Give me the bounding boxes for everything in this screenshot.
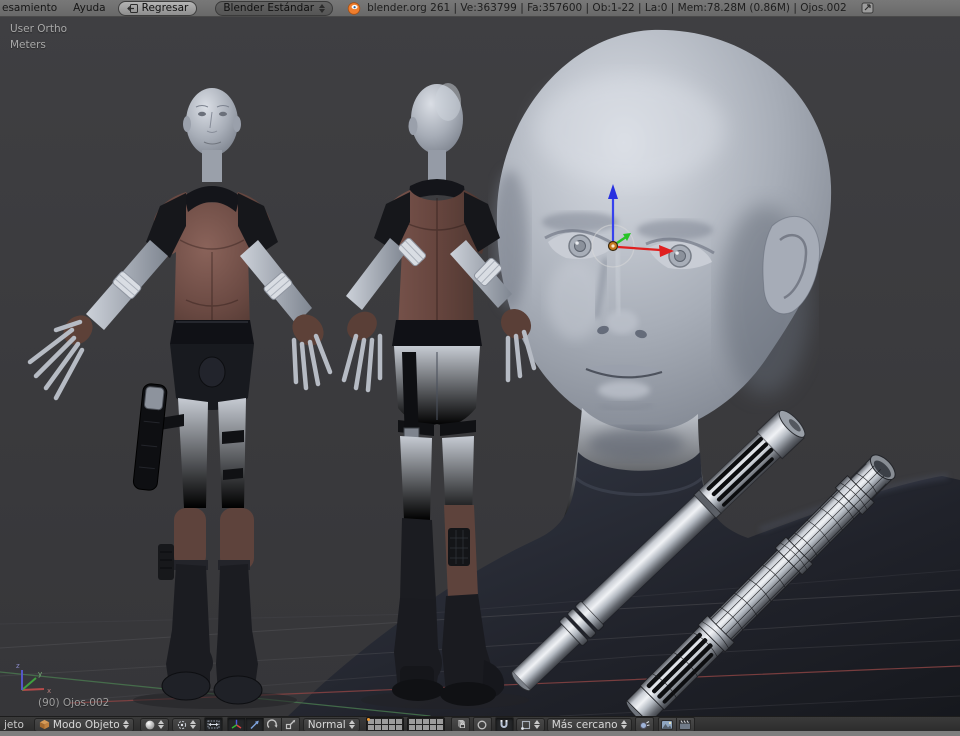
menu-help[interactable]: Ayuda (71, 2, 107, 14)
move-centers-icon (207, 720, 220, 729)
layer-grid-1[interactable] (365, 717, 404, 732)
back-arrow-icon (126, 3, 138, 13)
layer-cell[interactable] (395, 719, 402, 724)
orientation-label: Normal (307, 718, 346, 731)
svg-text:x: x (47, 687, 51, 695)
layer-cell[interactable] (422, 719, 429, 724)
opengl-render-button[interactable] (657, 717, 677, 732)
layer-cell[interactable] (381, 719, 388, 724)
scale-box-icon (285, 719, 296, 730)
snap-element-dropdown[interactable] (515, 717, 545, 732)
3d-viewport[interactable]: x y z User Ortho Meters (90) Ojos.002 (0, 16, 960, 716)
blender-logo-icon (347, 1, 361, 15)
layer-cell[interactable] (388, 725, 395, 730)
dropdown-arrows-icon (620, 720, 627, 729)
dropdown-arrows-icon (157, 720, 164, 729)
opengl-render-anim-icon (679, 719, 692, 730)
svg-text:z: z (16, 662, 20, 670)
layer-cell[interactable] (408, 719, 415, 724)
layer-grid-2[interactable] (406, 717, 445, 732)
active-object-label: (90) Ojos.002 (38, 697, 110, 709)
scale-manipulator-toggle[interactable] (280, 717, 300, 732)
layer-cell[interactable] (374, 719, 381, 724)
manipulate-centers-toggle[interactable] (203, 717, 223, 732)
window-bottom-strip (0, 731, 960, 736)
layer-cell[interactable] (429, 725, 436, 730)
manipulator-toggles (226, 717, 300, 732)
transform-orientation-dropdown[interactable]: Normal (302, 717, 360, 732)
viewport-3d-scene[interactable]: x y z (0, 16, 960, 716)
layer-cell[interactable] (395, 725, 402, 730)
axis-tripod-icon (231, 719, 242, 730)
layer-cell[interactable] (415, 719, 422, 724)
snap-toggle[interactable] (494, 717, 514, 732)
dropdown-arrows-icon (319, 3, 326, 13)
preset-label: Blender Estándar (223, 2, 315, 14)
rotate-arc-icon (266, 719, 278, 730)
view3d-header: jeto Modo Objeto Normal Más cercano (0, 716, 960, 732)
pivot-center-icon (177, 720, 187, 730)
proportional-edit-toggle[interactable] (472, 717, 492, 732)
lock-cube-icon (454, 719, 466, 730)
layer-cell[interactable] (415, 725, 422, 730)
lock-to-scene-toggle[interactable] (450, 717, 470, 732)
snap-align-icon (639, 720, 650, 730)
menu-render-partial[interactable]: esamiento (0, 2, 59, 14)
units-label: Meters (10, 39, 46, 51)
proportional-circle-icon (477, 720, 487, 730)
menu-object-partial[interactable]: jeto (2, 719, 26, 731)
blender-window: x y z User Ortho Meters (90) Ojos.002 es… (0, 0, 960, 736)
scene-stats: blender.org 261 | Ve:363799 | Fa:357600 … (367, 2, 847, 14)
snap-target-dropdown[interactable]: Más cercano (546, 717, 632, 732)
snap-align-toggle[interactable] (634, 717, 654, 732)
manipulator-toggle[interactable] (226, 717, 246, 732)
opengl-render-anim-button[interactable] (675, 717, 695, 732)
layer-cell[interactable] (366, 718, 374, 724)
layer-cell[interactable] (408, 725, 415, 730)
layer-cell[interactable] (436, 719, 443, 724)
translate-manipulator-toggle[interactable] (244, 717, 264, 732)
back-button-label: Regresar (141, 2, 189, 14)
screen-preset-dropdown[interactable]: Blender Estándar (215, 0, 334, 16)
dropdown-arrows-icon (533, 720, 540, 729)
snap-target-label: Más cercano (551, 718, 618, 731)
mode-label: Modo Objeto (52, 718, 120, 731)
snap-element-icon (520, 720, 531, 730)
rotate-manipulator-toggle[interactable] (262, 717, 282, 732)
dropdown-arrows-icon (189, 720, 196, 729)
viewport-shading-dropdown[interactable] (139, 717, 169, 732)
layer-cell[interactable] (381, 725, 388, 730)
dropdown-arrows-icon (348, 720, 355, 729)
layer-cell[interactable] (422, 725, 429, 730)
svg-text:y: y (38, 670, 42, 678)
opengl-render-icon (661, 719, 674, 730)
layer-cell[interactable] (429, 719, 436, 724)
translate-arrow-icon (249, 719, 260, 730)
sphere-icon (145, 720, 155, 730)
pivot-point-dropdown[interactable] (171, 717, 201, 732)
opengl-render-buttons (657, 717, 695, 732)
layer-cell[interactable] (436, 725, 443, 730)
layer-cell[interactable] (388, 719, 395, 724)
layer-cell[interactable] (374, 725, 381, 730)
magnet-icon (499, 719, 509, 730)
layer-cell[interactable] (367, 725, 374, 730)
mode-dropdown[interactable]: Modo Objeto (33, 717, 134, 732)
expand-corner-icon[interactable] (861, 2, 874, 14)
dropdown-arrows-icon (122, 720, 129, 729)
cube-icon (39, 719, 50, 730)
view-name-label: User Ortho (10, 23, 68, 35)
info-header: esamiento Ayuda Regresar Blender Estánda… (0, 0, 960, 17)
back-button[interactable]: Regresar (117, 0, 198, 16)
